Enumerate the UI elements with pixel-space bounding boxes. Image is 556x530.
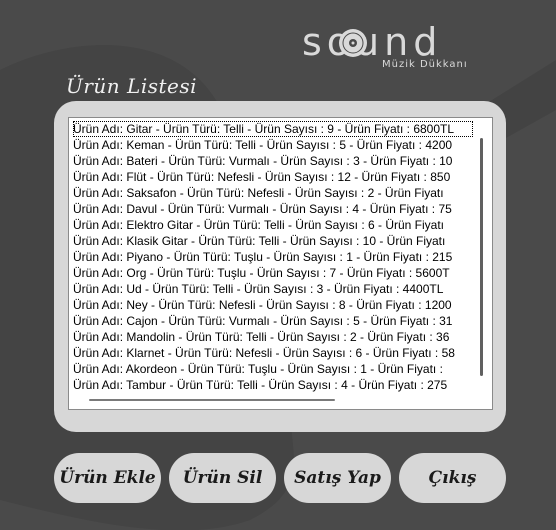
horizontal-scrollbar[interactable] [89,399,335,401]
list-item[interactable]: Ürün Adı: Elektro Gitar - Ürün Türü: Tel… [73,217,473,233]
sell-button[interactable]: Satış Yap [284,453,391,503]
list-item[interactable]: Ürün Adı: Org - Ürün Türü: Tuşlu - Ürün … [73,265,473,281]
vertical-scrollbar[interactable] [480,138,483,376]
list-item[interactable]: Ürün Adı: Saksafon - Ürün Türü: Nefesli … [73,185,473,201]
add-product-button[interactable]: Ürün Ekle [54,453,161,503]
list-item[interactable]: Ürün Adı: Akordeon - Ürün Türü: Tuşlu - … [73,361,473,377]
sound-logo: sound Müzik Dükkanı [302,20,502,80]
list-item[interactable]: Ürün Adı: Gitar - Ürün Türü: Telli - Ürü… [73,121,473,137]
list-item[interactable]: Ürün Adı: Tambur - Ürün Türü: Telli - Ür… [73,377,473,393]
list-item[interactable]: Ürün Adı: Ney - Ürün Türü: Nefesli - Ürü… [73,297,473,313]
list-item[interactable]: Ürün Adı: Mandolin - Ürün Türü: Telli - … [73,329,473,345]
list-item[interactable]: Ürün Adı: Bateri - Ürün Türü: Vurmalı - … [73,153,473,169]
list-item[interactable]: Ürün Adı: Klarnet - Ürün Türü: Nefesli -… [73,345,473,361]
exit-button[interactable]: Çıkış [399,453,506,503]
list-item[interactable]: Ürün Adı: Piyano - Ürün Türü: Tuşlu - Ür… [73,249,473,265]
list-item[interactable]: Ürün Adı: Klasik Gitar - Ürün Türü: Tell… [73,233,473,249]
product-list[interactable]: Ürün Adı: Gitar - Ürün Türü: Telli - Ürü… [73,121,473,393]
list-item[interactable]: Ürün Adı: Davul - Ürün Türü: Vurmalı - Ü… [73,201,473,217]
logo-tagline: Müzik Dükkanı [382,59,468,70]
product-list-title: Ürün Listesi [66,74,198,98]
list-item[interactable]: Ürün Adı: Flüt - Ürün Türü: Nefesli - Ür… [73,169,473,185]
product-listbox[interactable]: Ürün Adı: Gitar - Ürün Türü: Telli - Ürü… [68,117,493,410]
remove-product-button[interactable]: Ürün Sil [169,453,276,503]
vinyl-disc-icon [339,29,367,57]
list-item[interactable]: Ürün Adı: Ud - Ürün Türü: Telli - Ürün S… [73,281,473,297]
list-item[interactable]: Ürün Adı: Keman - Ürün Türü: Telli - Ürü… [73,137,473,153]
list-item[interactable]: Ürün Adı: Cajon - Ürün Türü: Vurmalı - Ü… [73,313,473,329]
